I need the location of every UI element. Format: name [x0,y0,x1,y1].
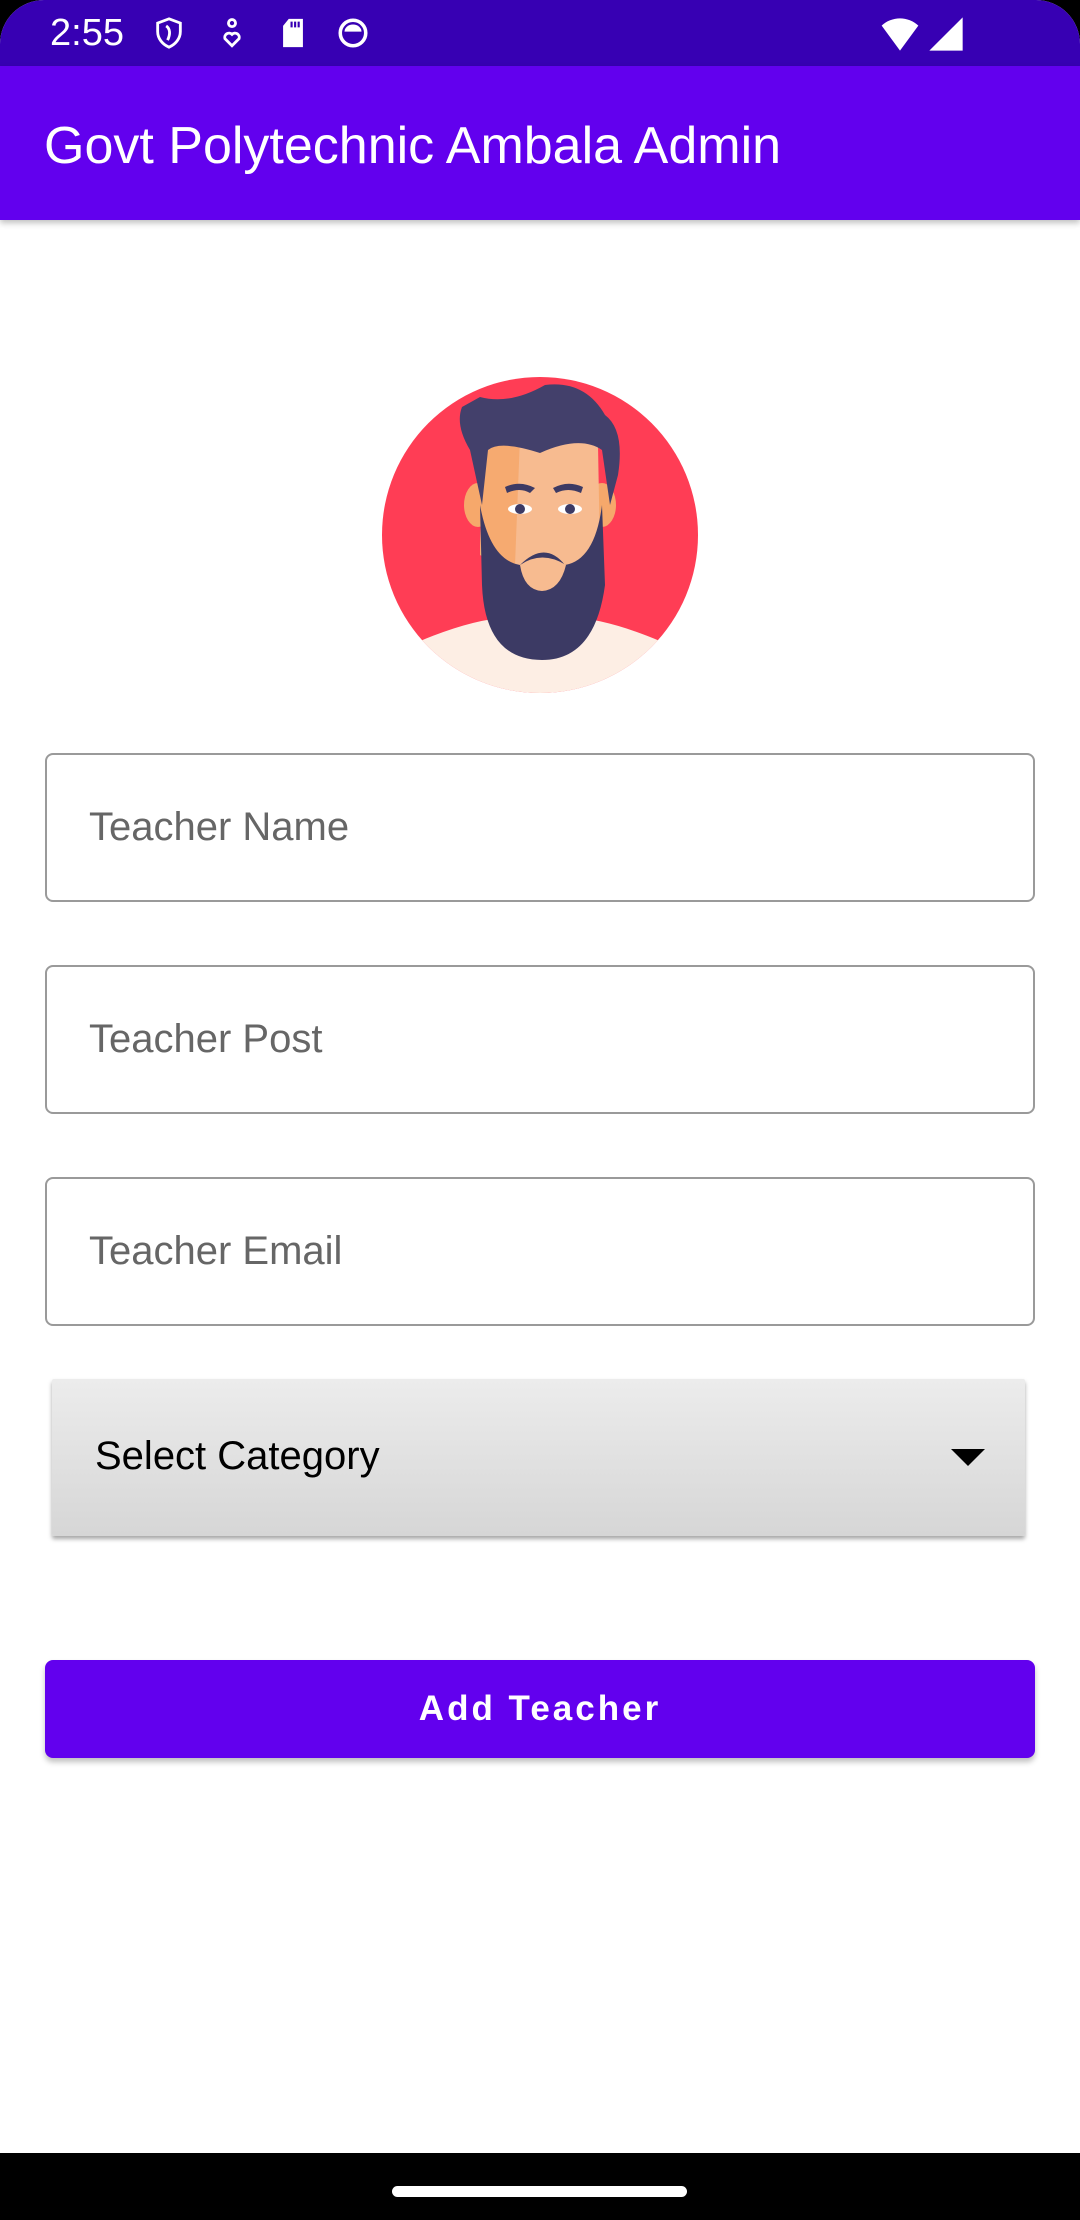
teacher-avatar-image[interactable] [370,355,710,695]
app-title: Govt Polytechnic Ambala Admin [44,117,782,175]
wifi-icon [881,18,919,51]
status-bar: 2:55 [0,0,1080,66]
teacher-email-field[interactable] [45,1177,1035,1326]
dropdown-arrow-icon [951,1449,985,1466]
teacher-post-field[interactable] [45,965,1035,1114]
screen: 2:55 Govt Polytechnic Ambala Admin Teach… [0,0,1080,2220]
navigation-bar [0,2153,1080,2220]
add-teacher-button[interactable]: Add Teacher [45,1660,1035,1758]
android-debug-icon [338,18,368,48]
signal-icon [929,17,963,51]
category-selected-value: Select Category [95,1434,380,1478]
accessibility-icon [223,18,241,48]
sd-card-icon [283,18,303,48]
teacher-name-field[interactable] [45,753,1035,902]
teacher-name-input[interactable] [47,755,1033,900]
status-time: 2:55 [50,12,124,54]
shield-icon [156,17,182,49]
teacher-email-input[interactable] [47,1179,1033,1324]
home-gesture-handle[interactable] [392,2186,687,2197]
teacher-post-input[interactable] [47,967,1033,1112]
category-spinner[interactable]: Select Category [52,1379,1025,1536]
app-bar: Govt Polytechnic Ambala Admin [0,66,1080,220]
